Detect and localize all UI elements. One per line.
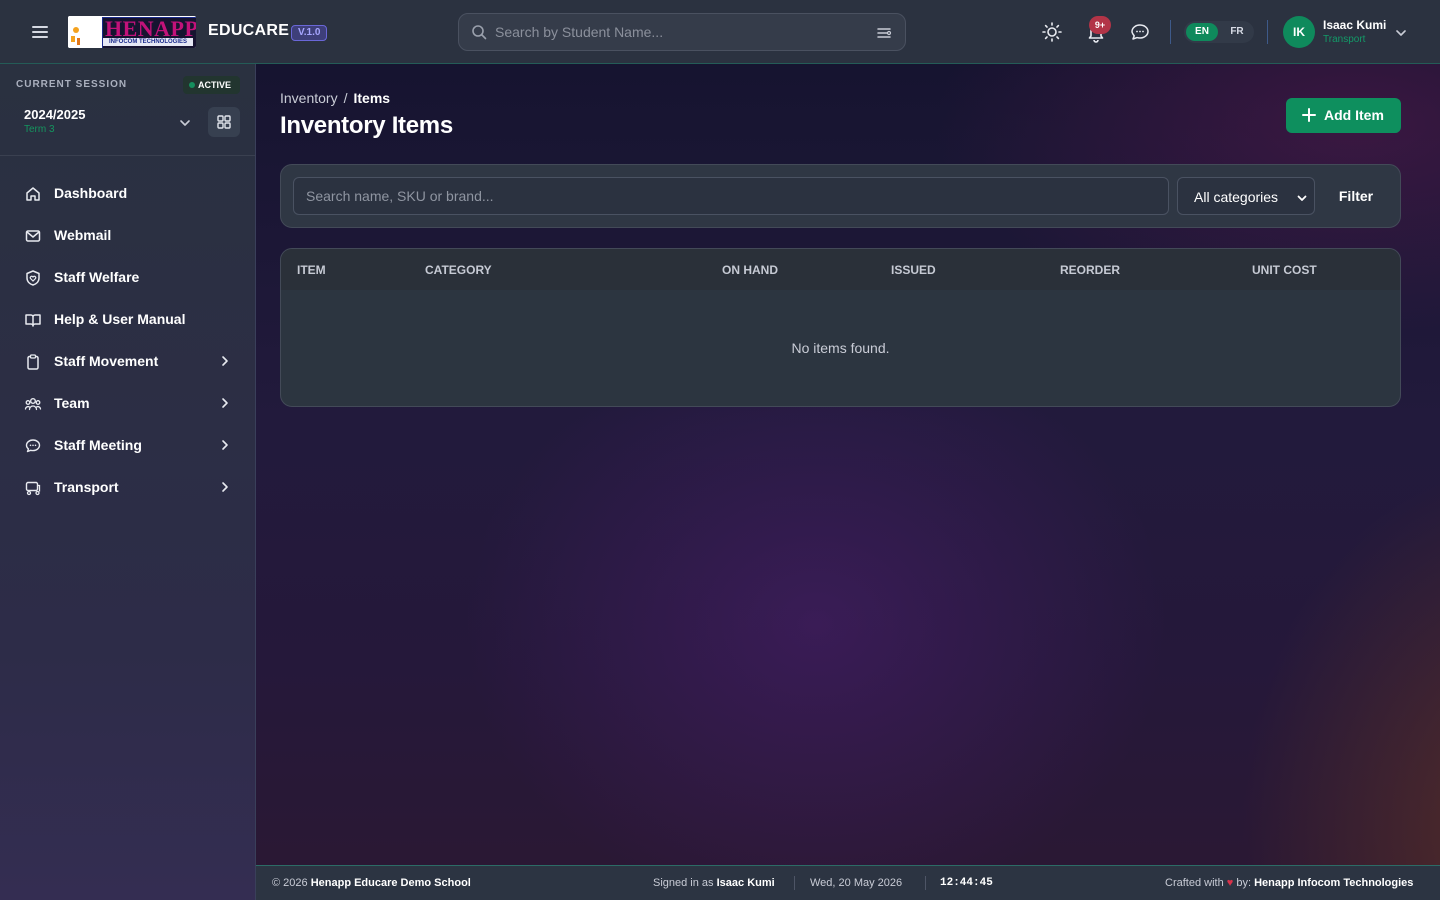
column-header-on-hand[interactable]: ON HAND: [722, 263, 778, 277]
sidebar-item-team[interactable]: Team: [0, 383, 255, 423]
column-header-reorder[interactable]: REORDER: [1060, 263, 1120, 277]
main-content: Inventory / Items Inventory Items Add Item…: [256, 64, 1440, 865]
breadcrumb: Inventory / Items: [280, 90, 390, 106]
footer-divider: [794, 876, 795, 890]
session-label: CURRENT SESSION: [16, 79, 128, 90]
add-item-button[interactable]: Add Item: [1286, 98, 1401, 133]
category-select[interactable]: All categories: [1177, 177, 1315, 215]
chat-icon: [24, 437, 42, 455]
user-menu-chevron-down-icon[interactable]: [1394, 26, 1408, 40]
add-item-label: Add Item: [1324, 107, 1384, 123]
inventory-search-input[interactable]: [293, 177, 1169, 215]
footer: © 2026 Henapp Educare Demo School Signed…: [256, 865, 1440, 900]
column-header-item[interactable]: ITEM: [297, 263, 326, 277]
header-divider: [1170, 20, 1171, 44]
version-badge: V.1.0: [291, 25, 328, 41]
filter-bar: All categories Filter: [280, 164, 1401, 228]
home-icon: [24, 185, 42, 203]
column-header-unit-cost[interactable]: UNIT COST: [1252, 263, 1317, 277]
lang-fr-button[interactable]: FR: [1222, 23, 1252, 41]
sidebar-item-staff-movement[interactable]: Staff Movement: [0, 341, 255, 381]
mail-icon: [24, 227, 42, 245]
student-search-box[interactable]: Search by Student Name...: [458, 13, 906, 51]
lang-en-button[interactable]: EN: [1186, 23, 1218, 41]
session-chevron-down-icon[interactable]: [177, 115, 193, 131]
chevron-down-icon: [1296, 191, 1308, 203]
inventory-table: ITEM CATEGORY ON HAND ISSUED REORDER UNI…: [280, 248, 1401, 407]
breadcrumb-separator: /: [343, 90, 348, 106]
page-title: Inventory Items: [280, 112, 453, 139]
session-term: Term 3: [24, 124, 55, 135]
search-icon: [471, 24, 487, 40]
user-avatar[interactable]: IK: [1283, 16, 1315, 48]
plus-icon: [1302, 108, 1316, 122]
sidebar-item-label: Team: [54, 395, 90, 411]
messages-chat-icon[interactable]: [1128, 20, 1152, 44]
grid-icon: [217, 115, 231, 129]
search-placeholder: Search by Student Name...: [495, 24, 664, 40]
sidebar-item-label: Help & User Manual: [54, 311, 186, 327]
filter-button[interactable]: Filter: [1325, 177, 1387, 215]
session-status-badge: ACTIVE: [183, 76, 240, 94]
language-switcher: EN FR: [1184, 21, 1254, 43]
route-icon: [24, 479, 42, 497]
chevron-right-icon: [218, 438, 232, 452]
header-divider: [1267, 20, 1268, 44]
footer-school-name: Henapp Educare Demo School: [310, 877, 471, 889]
menu-toggle-icon[interactable]: [28, 20, 52, 44]
footer-signed-in: Signed in as Isaac Kumi: [653, 877, 775, 889]
footer-date: Wed, 20 May 2026: [810, 877, 903, 889]
sidebar-item-help-user-manual[interactable]: Help & User Manual: [0, 299, 255, 339]
sidebar-item-label: Staff Welfare: [54, 269, 140, 285]
empty-state-message: No items found.: [791, 340, 890, 356]
sidebar-item-label: Transport: [54, 479, 119, 495]
sidebar-item-staff-welfare[interactable]: Staff Welfare: [0, 257, 255, 297]
notification-count-badge: 9+: [1089, 16, 1111, 34]
search-filter-icon[interactable]: [875, 24, 893, 42]
sidebar-item-label: Webmail: [54, 227, 112, 243]
user-role: Transport: [1323, 34, 1366, 45]
user-name[interactable]: Isaac Kumi: [1323, 18, 1386, 32]
brand-name: EDUCARE: [208, 22, 290, 39]
sidebar-item-webmail[interactable]: Webmail: [0, 215, 255, 255]
top-bar: HENAPP INFOCOM TECHNOLOGIES EDUCARE V.1.…: [0, 0, 1440, 64]
footer-company-link[interactable]: Henapp Infocom Technologies: [1254, 877, 1413, 889]
sidebar-item-label: Staff Meeting: [54, 437, 142, 453]
chevron-right-icon: [218, 396, 232, 410]
heart-icon: ♥: [1226, 877, 1234, 889]
category-select-value: All categories: [1194, 189, 1279, 205]
apps-grid-button[interactable]: [208, 107, 240, 137]
footer-divider: [925, 876, 926, 890]
sidebar-item-staff-meeting[interactable]: Staff Meeting: [0, 425, 255, 465]
shield-heart-icon: [24, 269, 42, 287]
chevron-right-icon: [218, 354, 232, 368]
sidebar-item-dashboard[interactable]: Dashboard: [0, 173, 255, 213]
sidebar: CURRENT SESSION ACTIVE 2024/2025 Term 3 …: [0, 64, 256, 900]
logo[interactable]: HENAPP INFOCOM TECHNOLOGIES: [68, 16, 196, 48]
theme-sun-icon[interactable]: [1040, 20, 1064, 44]
book-icon: [24, 311, 42, 329]
sidebar-item-transport[interactable]: Transport: [0, 467, 255, 507]
session-year[interactable]: 2024/2025: [24, 107, 85, 122]
session-panel: CURRENT SESSION ACTIVE 2024/2025 Term 3: [0, 64, 255, 156]
users-icon: [24, 395, 42, 413]
breadcrumb-current: Items: [353, 90, 391, 106]
clipboard-icon: [24, 353, 42, 371]
column-header-issued[interactable]: ISSUED: [891, 263, 936, 277]
breadcrumb-inventory-link[interactable]: Inventory: [280, 90, 338, 106]
footer-clock: 12:44:45: [940, 877, 993, 889]
column-header-category[interactable]: CATEGORY: [425, 263, 492, 277]
footer-credits: Crafted with ♥ by: Henapp Infocom Techno…: [1165, 877, 1414, 889]
chevron-right-icon: [218, 480, 232, 494]
sidebar-item-label: Staff Movement: [54, 353, 159, 369]
footer-signed-in-user: Isaac Kumi: [716, 877, 775, 889]
sidebar-item-label: Dashboard: [54, 185, 128, 201]
table-header: ITEM CATEGORY ON HAND ISSUED REORDER UNI…: [281, 249, 1400, 290]
footer-copyright: © 2026 Henapp Educare Demo School: [272, 877, 471, 889]
